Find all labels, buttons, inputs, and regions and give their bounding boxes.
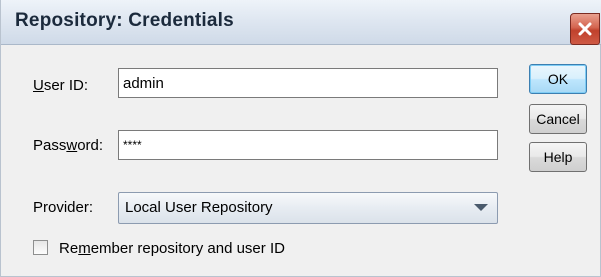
provider-label: Provider: [33, 199, 94, 216]
remember-label-mnemonic: m [78, 240, 91, 257]
window-title: Repository: Credentials [15, 10, 234, 31]
password-label-post: ord: [77, 137, 104, 154]
user-id-label-post: ser ID: [43, 77, 89, 94]
provider-selected-value: Local User Repository [125, 199, 273, 216]
help-button[interactable]: Help [529, 142, 587, 172]
remember-checkbox[interactable] [33, 240, 48, 255]
password-input[interactable] [118, 130, 498, 160]
title-bar[interactable]: Repository: Credentials [1, 0, 601, 45]
remember-label-pre: Re [59, 240, 79, 257]
user-id-label-mnemonic: U [33, 77, 44, 94]
close-icon [578, 22, 592, 36]
password-label-mnemonic: w [66, 137, 78, 154]
provider-select[interactable]: Local User Repository [118, 192, 498, 224]
cancel-button[interactable]: Cancel [529, 104, 587, 134]
ok-button[interactable]: OK [529, 64, 587, 94]
user-id-input[interactable] [118, 68, 498, 98]
close-button[interactable] [570, 13, 600, 45]
chevron-down-icon [474, 204, 488, 211]
password-label: Password: [33, 137, 103, 154]
remember-label-post: ember repository and user ID [90, 240, 285, 257]
remember-label[interactable]: Remember repository and user ID [59, 240, 285, 257]
credentials-dialog: Repository: Credentials User ID: Passwor… [0, 0, 601, 277]
password-label-pre: Pass [33, 137, 67, 154]
user-id-label: User ID: [33, 77, 88, 94]
